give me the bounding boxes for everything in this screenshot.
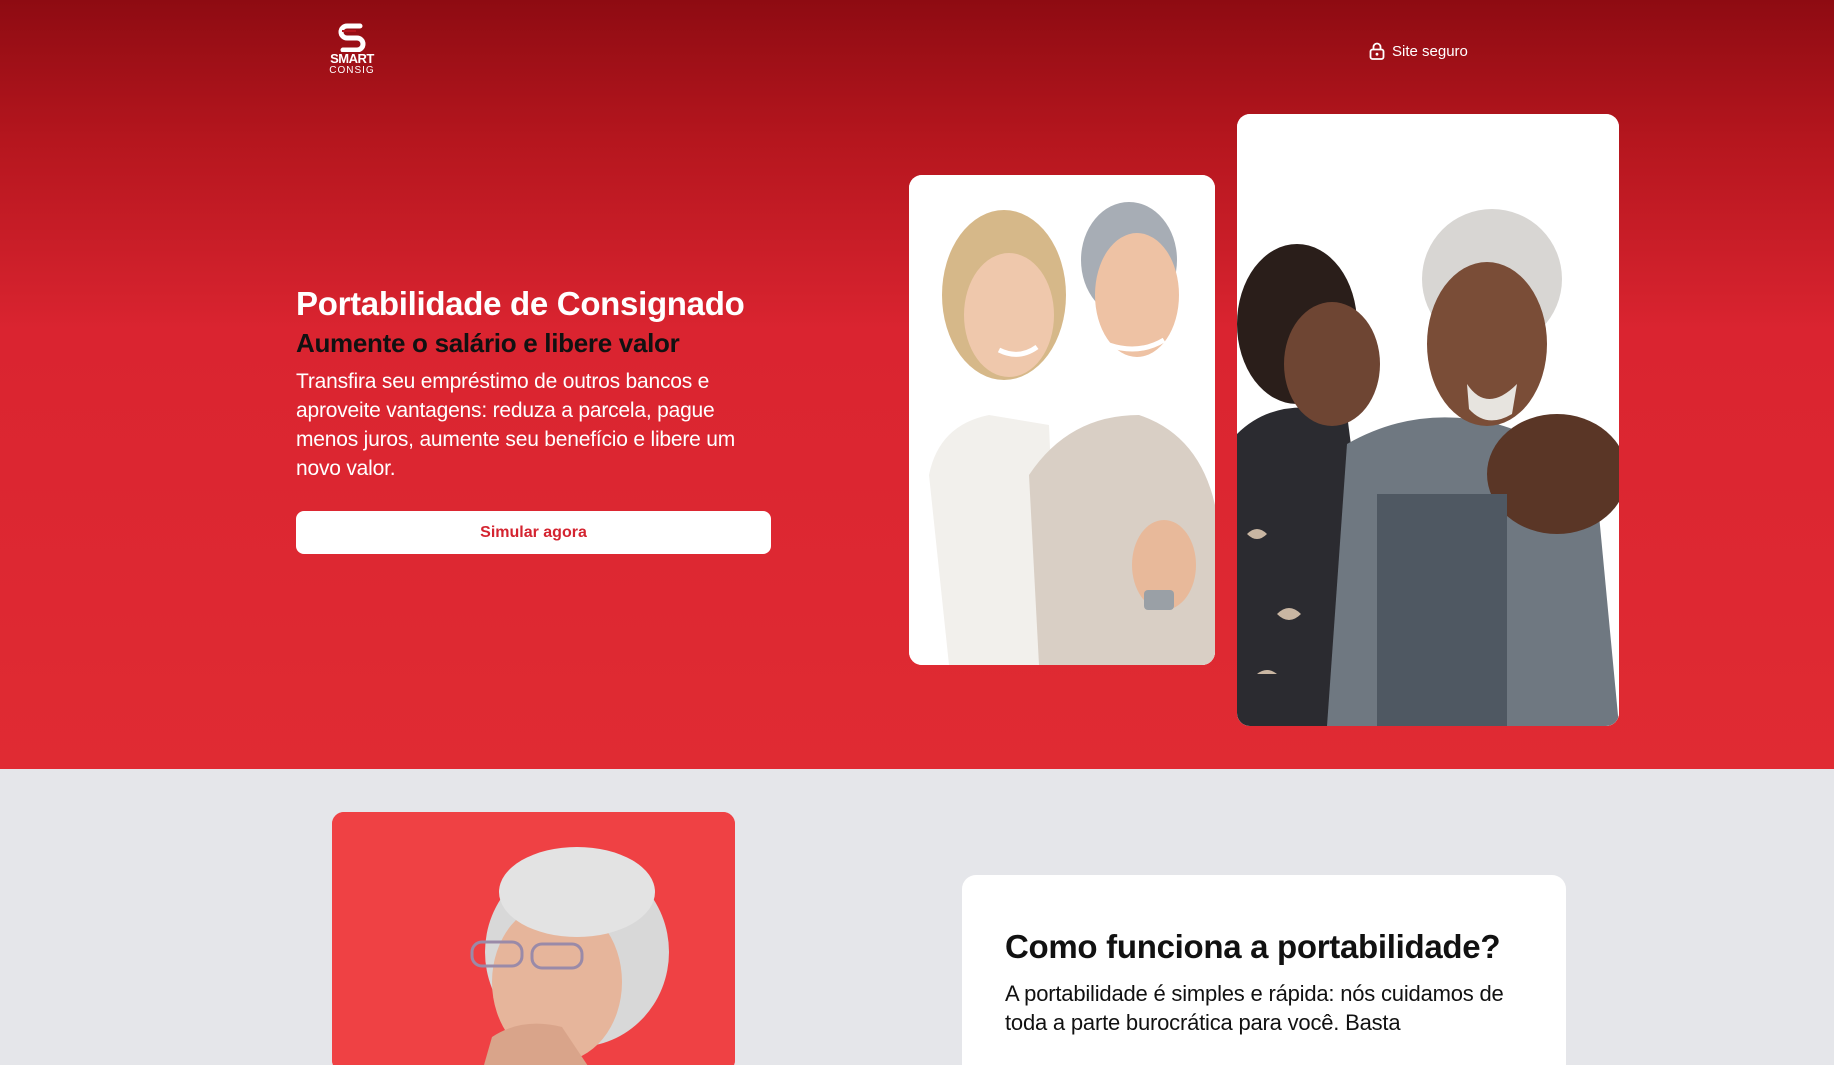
hero-photo-dancing-couple (1237, 114, 1619, 726)
how-it-works-title: Como funciona a portabilidade? (1005, 928, 1501, 965)
simulate-now-button[interactable]: Simular agora (296, 511, 771, 554)
hero-subtitle: Aumente o salário e libere valor (296, 328, 680, 358)
how-it-works-card: Como funciona a portabilidade? A portabi… (962, 875, 1566, 1065)
portability-illustration-card (332, 812, 735, 1065)
smart-consig-logo[interactable]: SMART CONSIG (324, 22, 380, 88)
lock-icon (1369, 42, 1385, 60)
hero-description: Transfira seu empréstimo de outros banco… (296, 370, 736, 480)
how-it-works-text: A portabilidade é simples e rápida: nós … (1005, 981, 1504, 1035)
couple-photo-image (909, 175, 1215, 665)
dancing-couple-photo-image (1237, 114, 1619, 726)
logo-word-smart: SMART (330, 51, 374, 66)
secure-site-indicator: Site seguro (1369, 42, 1468, 60)
secure-site-label: Site seguro (1392, 42, 1468, 60)
thoughtful-elderly-woman-image (332, 812, 735, 1065)
logo-word-consig: CONSIG (329, 65, 375, 76)
hero-photo-smiling-couple (909, 175, 1215, 665)
hero-title: Portabilidade de Consignado (296, 285, 745, 322)
logo-s-mark-icon (338, 23, 366, 52)
hero-text-block: Portabilidade de Consignado Aumente o sa… (296, 282, 776, 483)
